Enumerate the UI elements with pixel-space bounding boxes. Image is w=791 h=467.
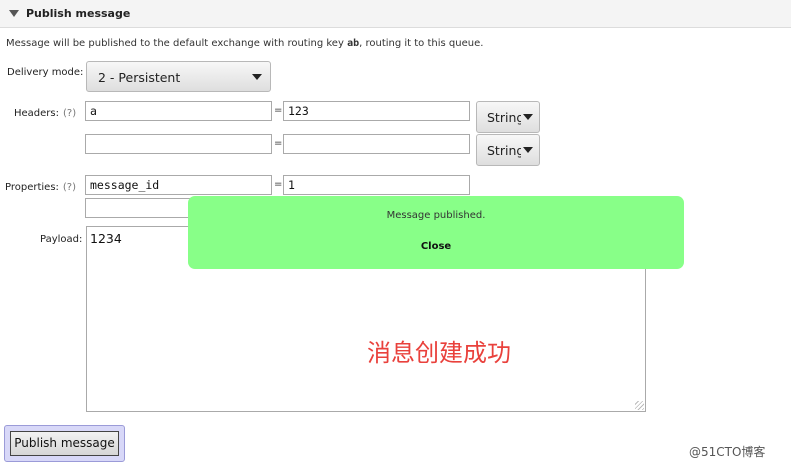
collapse-triangle-icon[interactable]: [9, 10, 19, 17]
payload-value: 1234: [90, 231, 122, 246]
description-suffix: , routing it to this queue.: [359, 38, 484, 49]
header-type-select-1[interactable]: String: [476, 101, 540, 133]
chevron-down-icon: [523, 114, 533, 120]
headers-label-text: Headers:: [14, 108, 59, 119]
chevron-down-icon: [523, 147, 533, 153]
properties-label: Properties: (?): [5, 182, 76, 193]
publish-description: Message will be published to the default…: [6, 38, 483, 49]
header-key-input-1[interactable]: a: [85, 101, 272, 121]
headers-help-link[interactable]: (?): [63, 108, 76, 119]
chevron-down-icon: [252, 74, 262, 80]
description-prefix: Message will be published to the default…: [6, 38, 348, 49]
delivery-mode-select[interactable]: 2 - Persistent: [86, 61, 271, 92]
routing-key: ab: [347, 38, 360, 49]
equals-sign: =: [274, 179, 283, 190]
delivery-mode-value: 2 - Persistent: [98, 70, 181, 85]
delivery-mode-label: Delivery mode:: [7, 67, 84, 78]
property-value-input-1[interactable]: 1: [283, 175, 470, 195]
equals-sign: =: [274, 105, 283, 116]
header-key-input-2[interactable]: [85, 134, 272, 154]
header-type-value-2: String: [487, 143, 521, 158]
publish-message-section-header[interactable]: Publish message: [0, 0, 791, 28]
property-key-input-1[interactable]: message_id: [85, 175, 272, 195]
resize-grip-icon[interactable]: [635, 401, 644, 410]
equals-sign: =: [274, 138, 283, 149]
payload-label: Payload:: [40, 234, 83, 245]
publish-message-button-label[interactable]: Publish message: [10, 431, 119, 456]
publish-message-button[interactable]: Publish message: [4, 425, 125, 462]
toast-message: Message published.: [386, 210, 486, 221]
success-annotation: 消息创建成功: [367, 339, 511, 367]
header-type-select-2[interactable]: String: [476, 134, 540, 166]
section-title: Publish message: [26, 7, 131, 20]
headers-label: Headers: (?): [14, 108, 76, 119]
message-published-toast: Message published. Close: [188, 196, 684, 269]
watermark: @51CTO博客: [689, 445, 766, 459]
header-value-input-2[interactable]: [283, 134, 470, 154]
header-value-input-1[interactable]: 123: [283, 101, 470, 121]
properties-label-text: Properties:: [5, 182, 59, 193]
toast-close-button[interactable]: Close: [188, 241, 684, 252]
header-type-value-1: String: [487, 110, 521, 125]
properties-help-link[interactable]: (?): [63, 182, 76, 193]
